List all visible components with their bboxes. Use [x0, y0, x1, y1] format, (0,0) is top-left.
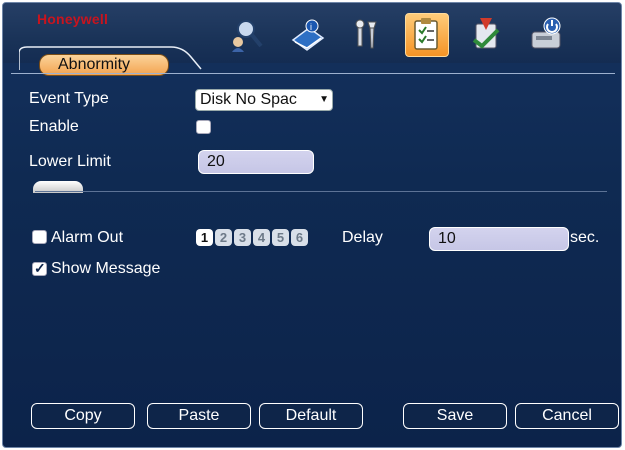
alarm-channel-1[interactable]: 1 — [196, 229, 213, 246]
cancel-button[interactable]: Cancel — [515, 403, 619, 429]
enable-label: Enable — [29, 118, 79, 135]
event-type-value: Disk No Spac — [200, 91, 297, 108]
tools-icon — [355, 19, 377, 49]
shutdown-tool[interactable] — [525, 13, 569, 57]
settings-tool[interactable] — [345, 13, 389, 57]
event-type-label: Event Type — [29, 90, 109, 107]
info-tool[interactable]: i — [286, 13, 330, 57]
chevron-down-icon: ▼ — [319, 94, 329, 105]
lower-limit-label: Lower Limit — [29, 153, 111, 170]
copy-button[interactable]: Copy — [31, 403, 135, 429]
save-button[interactable]: Save — [403, 403, 507, 429]
enable-checkbox[interactable] — [196, 120, 211, 134]
abnormity-settings-window: Honeywell Abnormity i Event Type Disk No… — [2, 2, 622, 448]
header-underline — [11, 73, 615, 74]
top-toolbar: Honeywell Abnormity i — [3, 3, 621, 76]
lower-limit-input[interactable]: 20 — [198, 150, 314, 174]
search-person-tool[interactable] — [227, 13, 271, 57]
delay-unit: sec. — [570, 229, 600, 246]
brand-logo: Honeywell — [37, 11, 109, 27]
show-message-checkbox[interactable] — [32, 260, 47, 277]
alarm-out-checkbox[interactable] — [32, 230, 47, 244]
delay-label: Delay — [342, 229, 383, 246]
alarm-channel-4[interactable]: 4 — [253, 229, 270, 246]
backup-icon — [472, 18, 500, 49]
delay-input[interactable]: 10 — [429, 227, 569, 251]
alarm-out-label: Alarm Out — [51, 229, 124, 246]
event-type-select[interactable]: Disk No Spac ▼ — [195, 89, 333, 111]
show-message-label: Show Message — [51, 260, 161, 277]
backup-tool[interactable] — [465, 13, 509, 57]
alarm-channel-6[interactable]: 6 — [291, 229, 308, 246]
event-clipboard-icon — [414, 18, 438, 50]
alarm-channel-3[interactable]: 3 — [234, 229, 251, 246]
default-button[interactable]: Default — [259, 403, 363, 429]
paste-button[interactable]: Paste — [147, 403, 251, 429]
section-divider — [35, 191, 607, 192]
info-book-icon: i — [291, 19, 325, 51]
disk-shutdown-icon — [531, 17, 561, 49]
alarm-channel-5[interactable]: 5 — [272, 229, 289, 246]
svg-text:i: i — [310, 22, 312, 32]
search-person-icon — [232, 20, 263, 52]
event-tool[interactable] — [405, 13, 449, 57]
tab-abnormity[interactable]: Abnormity — [19, 31, 202, 76]
alarm-channel-2[interactable]: 2 — [215, 229, 232, 246]
